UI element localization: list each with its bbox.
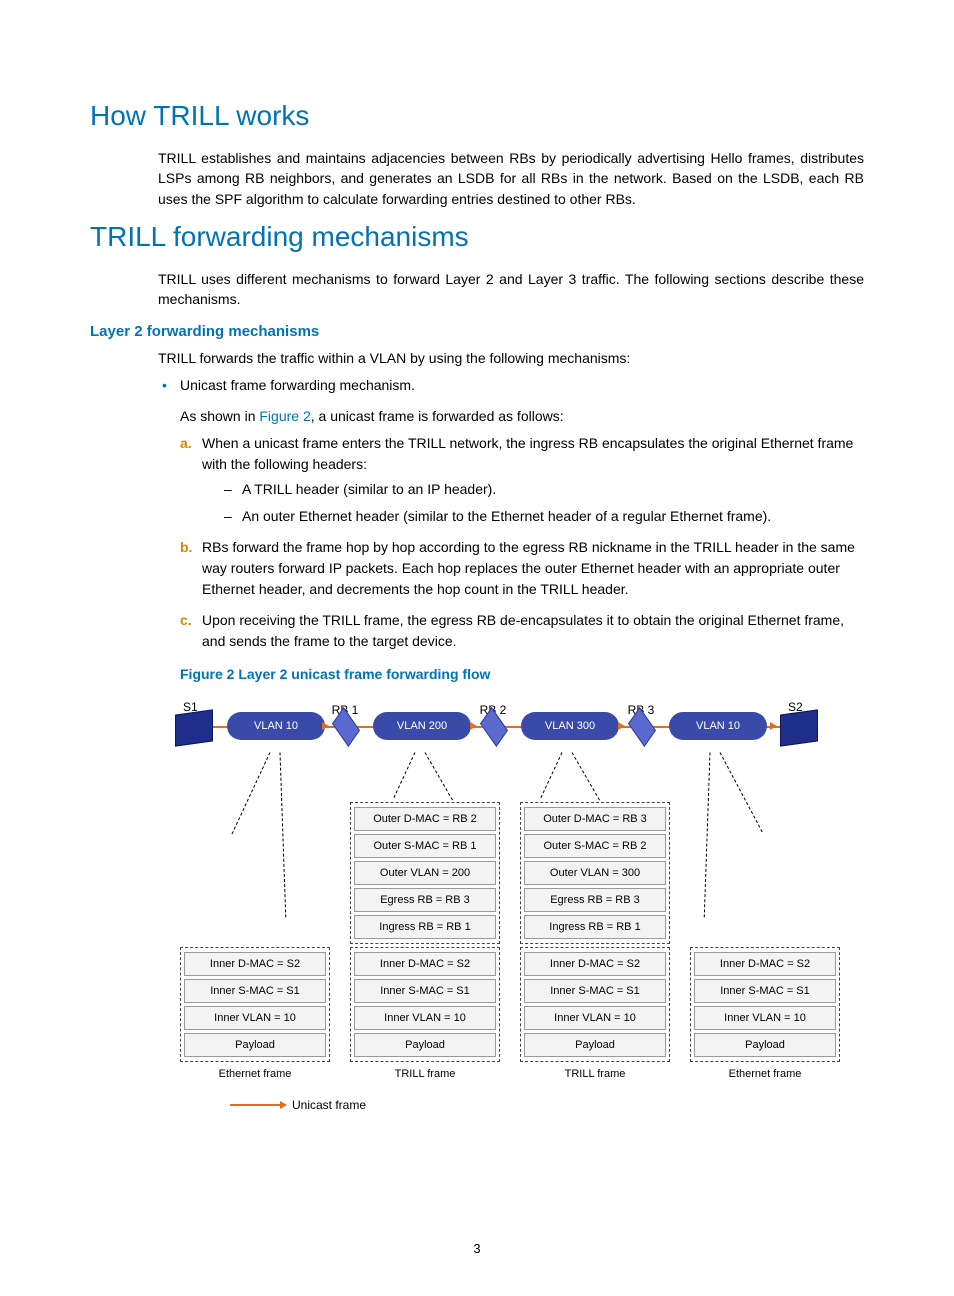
ordered-item-c: c. Upon receiving the TRILL frame, the e… <box>180 610 864 652</box>
header-cell: Inner S-MAC = S1 <box>184 979 326 1003</box>
list-text: Upon receiving the TRILL frame, the egre… <box>202 612 844 649</box>
dash-item: An outer Ethernet header (similar to the… <box>224 506 864 527</box>
dash-item: A TRILL header (similar to an IP header)… <box>224 479 864 500</box>
outer-header-group: Outer D-MAC = RB 3 Outer S-MAC = RB 2 Oute… <box>520 802 670 944</box>
header-cell: Payload <box>184 1033 326 1057</box>
heading-how-trill-works: How TRILL works <box>90 100 864 132</box>
page-number: 3 <box>0 1241 954 1256</box>
frame-stack: Outer D-MAC = RB 2 Outer S-MAC = RB 1 Oute… <box>350 802 500 1080</box>
header-cell: Outer D-MAC = RB 2 <box>354 807 496 831</box>
stack-label: Ethernet frame <box>180 1068 330 1080</box>
host-icon <box>175 709 213 746</box>
header-cell: Outer S-MAC = RB 1 <box>354 834 496 858</box>
frame-stack: Outer D-MAC = RB 3 Outer S-MAC = RB 2 Oute… <box>520 802 670 1080</box>
stack-label: Ethernet frame <box>690 1068 840 1080</box>
header-cell: Egress RB = RB 3 <box>524 888 666 912</box>
page: How TRILL works TRILL establishes and ma… <box>0 0 954 1296</box>
paragraph: As shown in Figure 2, a unicast frame is… <box>180 406 864 427</box>
header-cell: Inner S-MAC = S1 <box>694 979 836 1003</box>
header-cell: Payload <box>354 1033 496 1057</box>
stack-label: TRILL frame <box>520 1068 670 1080</box>
header-cell: Inner VLAN = 10 <box>524 1006 666 1030</box>
header-cell: Egress RB = RB 3 <box>354 888 496 912</box>
header-cell: Inner VLAN = 10 <box>184 1006 326 1030</box>
figure-caption: Figure 2 Layer 2 unicast frame forwardin… <box>180 666 864 682</box>
ordered-list: a. When a unicast frame enters the TRILL… <box>180 433 864 652</box>
vlan-cloud: VLAN 10 <box>669 712 767 740</box>
header-cell: Outer VLAN = 300 <box>524 861 666 885</box>
heading-trill-forwarding: TRILL forwarding mechanisms <box>90 221 864 253</box>
figure-2-diagram: S1 VLAN 10 RB 1 VLAN 200 <box>180 692 840 1112</box>
header-cell: Inner D-MAC = S2 <box>354 952 496 976</box>
arrow-icon <box>230 1104 280 1106</box>
header-cell: Inner VLAN = 10 <box>354 1006 496 1030</box>
frame-stack: Inner D-MAC = S2 Inner S-MAC = S1 Inner VL… <box>690 947 840 1080</box>
frame-stacks: Inner D-MAC = S2 Inner S-MAC = S1 Inner VL… <box>180 802 840 1080</box>
list-marker: a. <box>180 433 192 454</box>
header-cell: Payload <box>694 1033 836 1057</box>
ordered-item-a: a. When a unicast frame enters the TRILL… <box>180 433 864 527</box>
legend-label: Unicast frame <box>292 1098 366 1112</box>
header-cell: Payload <box>524 1033 666 1057</box>
dash-list: A TRILL header (similar to an IP header)… <box>224 479 864 527</box>
frame-stack: Inner D-MAC = S2 Inner S-MAC = S1 Inner VL… <box>180 947 330 1080</box>
header-cell: Inner S-MAC = S1 <box>354 979 496 1003</box>
header-cell: Inner S-MAC = S1 <box>524 979 666 1003</box>
header-cell: Ingress RB = RB 1 <box>354 915 496 939</box>
inner-header-group: Inner D-MAC = S2 Inner S-MAC = S1 Inner VL… <box>180 947 330 1062</box>
vlan-cloud: VLAN 300 <box>521 712 619 740</box>
vlan-cloud: VLAN 10 <box>227 712 325 740</box>
figure-link[interactable]: Figure 2 <box>259 408 310 424</box>
outer-header-group: Outer D-MAC = RB 2 Outer S-MAC = RB 1 Oute… <box>350 802 500 944</box>
header-cell: Inner D-MAC = S2 <box>524 952 666 976</box>
header-cell: Inner VLAN = 10 <box>694 1006 836 1030</box>
header-cell: Outer D-MAC = RB 3 <box>524 807 666 831</box>
header-cell: Ingress RB = RB 1 <box>524 915 666 939</box>
paragraph: TRILL uses different mechanisms to forwa… <box>158 269 864 310</box>
subsection-l2-forwarding: Layer 2 forwarding mechanisms <box>90 323 864 340</box>
legend: Unicast frame <box>230 1098 840 1112</box>
inner-header-group: Inner D-MAC = S2 Inner S-MAC = S1 Inner VL… <box>690 947 840 1062</box>
paragraph: TRILL forwards the traffic within a VLAN… <box>158 348 864 368</box>
list-text: When a unicast frame enters the TRILL ne… <box>202 435 853 472</box>
host-icon <box>780 709 818 746</box>
header-cell: Outer S-MAC = RB 2 <box>524 834 666 858</box>
bullet-text: Unicast frame forwarding mechanism. <box>180 377 415 393</box>
header-cell: Inner D-MAC = S2 <box>694 952 836 976</box>
bullet-list: Unicast frame forwarding mechanism. <box>158 375 864 396</box>
header-cell: Outer VLAN = 200 <box>354 861 496 885</box>
ordered-item-b: b. RBs forward the frame hop by hop acco… <box>180 537 864 600</box>
list-marker: b. <box>180 537 192 558</box>
flow-row: S1 VLAN 10 RB 1 VLAN 200 <box>180 692 840 752</box>
list-marker: c. <box>180 610 192 631</box>
inner-header-group: Inner D-MAC = S2 Inner S-MAC = S1 Inner VL… <box>520 947 670 1062</box>
header-cell: Inner D-MAC = S2 <box>184 952 326 976</box>
vlan-cloud: VLAN 200 <box>373 712 471 740</box>
stack-label: TRILL frame <box>350 1068 500 1080</box>
paragraph: TRILL establishes and maintains adjacenc… <box>158 148 864 209</box>
bullet-item: Unicast frame forwarding mechanism. <box>158 375 864 396</box>
list-text: RBs forward the frame hop by hop accordi… <box>202 539 855 597</box>
inner-header-group: Inner D-MAC = S2 Inner S-MAC = S1 Inner VL… <box>350 947 500 1062</box>
